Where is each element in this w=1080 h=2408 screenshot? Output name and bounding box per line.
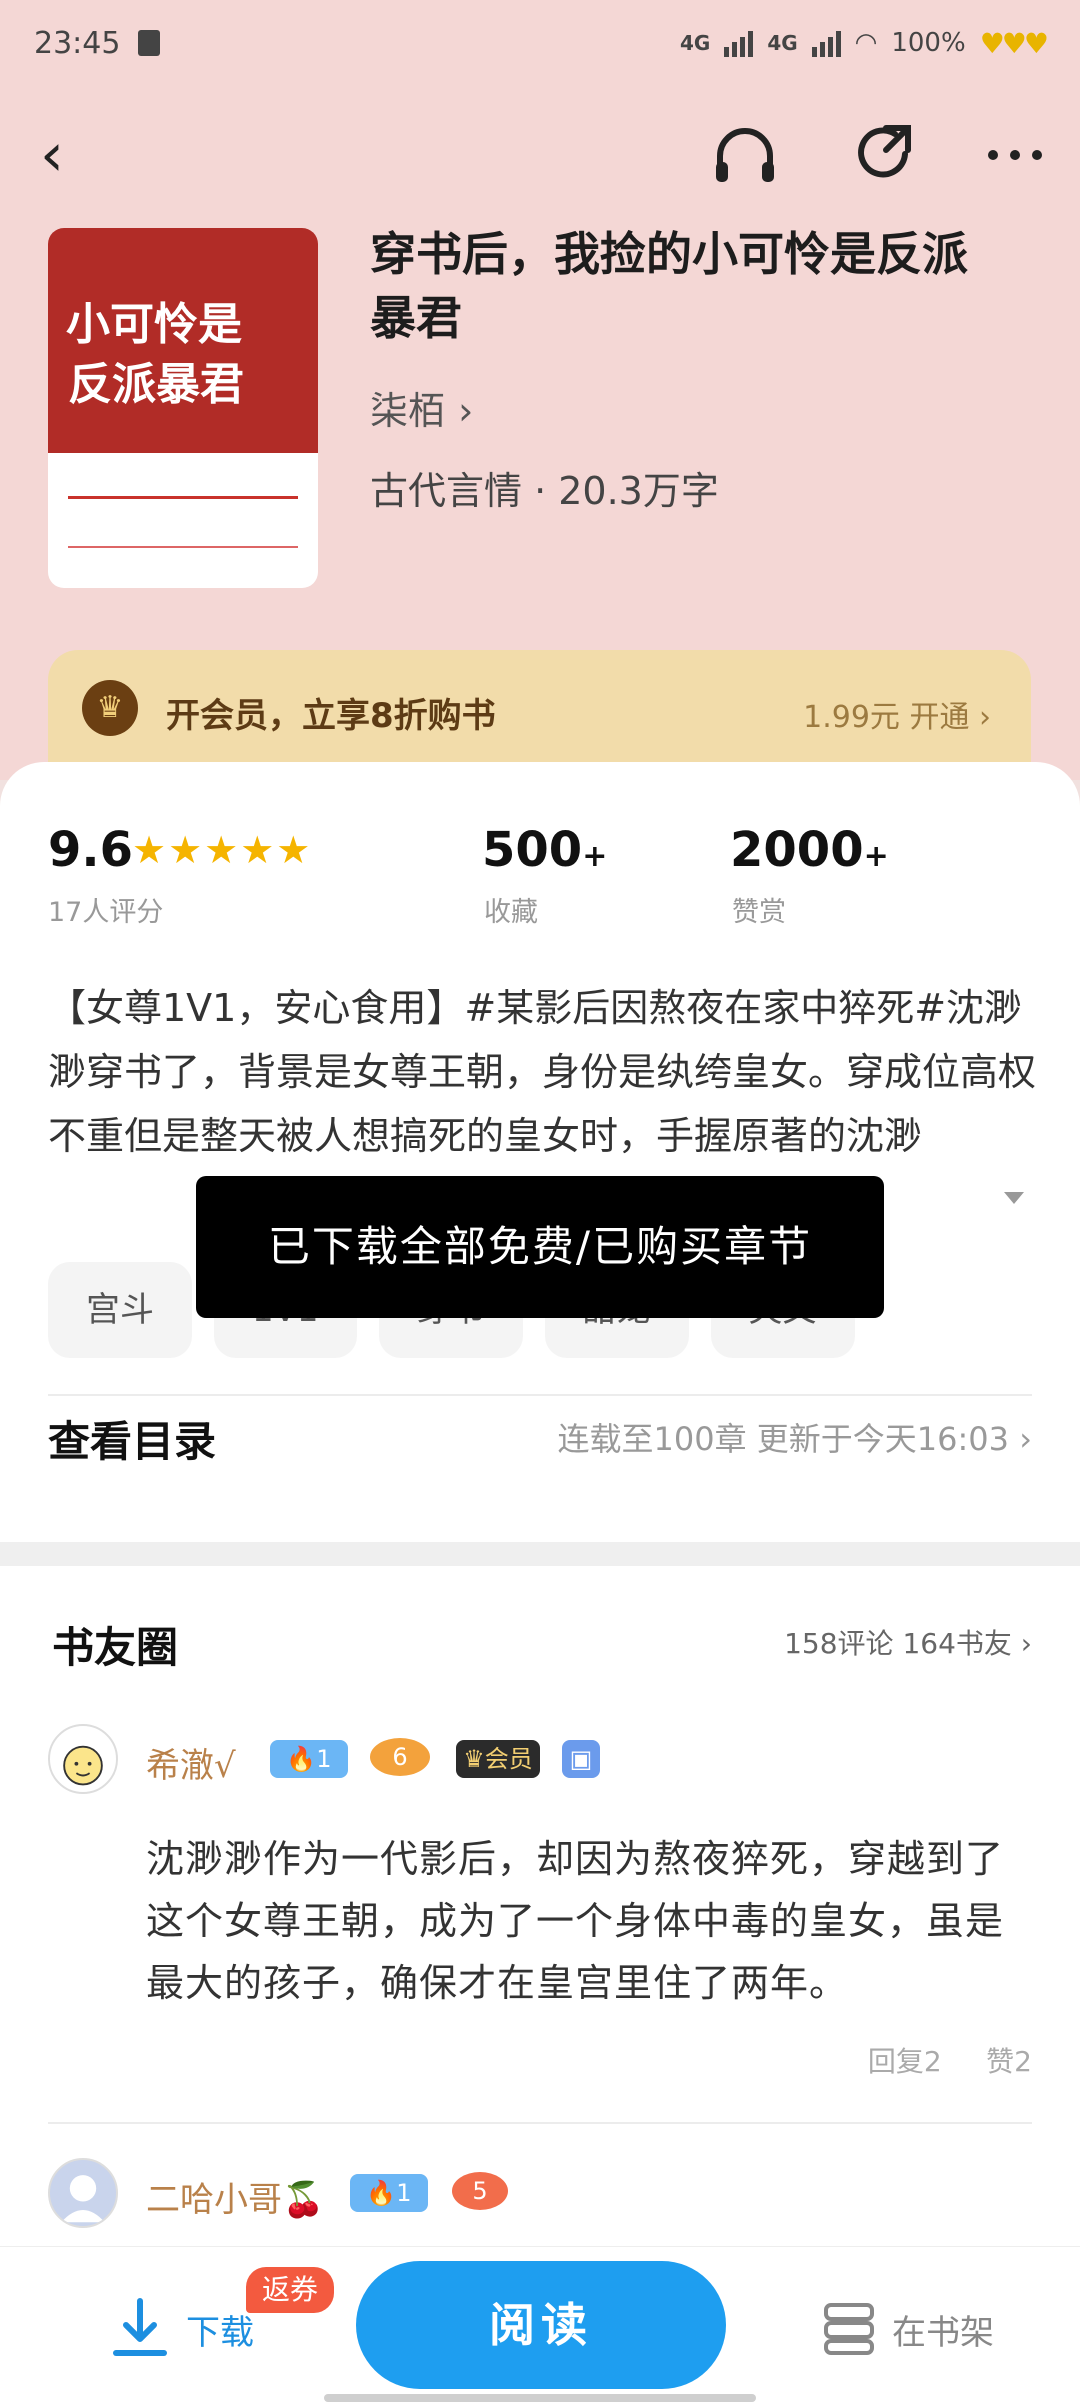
favorite-count: 500+ [482,822,607,878]
toc-info: 连载至100章 更新于今天16:03 › [558,1414,1032,1460]
bookshelf-icon[interactable] [820,2299,878,2357]
share-icon[interactable] [850,120,920,190]
reply-count[interactable]: 回复2 [868,2045,942,2078]
chevron-right-icon: › [458,389,474,433]
bottom-action-bar: 下载 返券 阅读 在书架 [0,2246,1080,2408]
read-button[interactable]: 阅读 [356,2261,726,2389]
wifi-icon: ◠ [854,28,878,58]
book-meta: 古代言情 · 20.3万字 [370,469,719,513]
book-title: 穿书后，我捡的小可怜是反派暴君 [370,227,968,345]
chevron-right-icon: › [1019,1420,1032,1458]
rating-count: 17人评分 [48,897,164,928]
battery-hearts-icon: ♥♥♥ [979,26,1049,60]
network-label-1: 4G [679,31,711,55]
top-toolbar: ‹ [40,120,1042,190]
level-badge-value: 1 [316,1745,332,1773]
avatar[interactable] [48,2158,118,2228]
cover-divider [68,546,298,548]
book-author[interactable]: 柒栢 › [370,380,473,435]
download-icon[interactable] [110,2297,170,2363]
favorite-label: 收藏 [484,897,538,928]
back-icon[interactable]: ‹ [40,120,100,190]
avatar-cartoon-icon [63,1745,103,1786]
reward-label: 赞赏 [732,897,786,928]
divider [48,2122,1032,2124]
book-description[interactable]: 【女尊1V1，安心食用】#某影后因熬夜在家中猝死#沈渺渺穿书了，背景是女尊王朝，… [48,976,1038,1168]
favorite-count-value: 500 [482,822,583,878]
cover-title-line-1: 小可怜是 [66,299,242,350]
toc-label: 查看目录 [48,1417,217,1466]
notification-icon [138,30,161,56]
comment-text[interactable]: 沈渺渺作为一代影后，却因为熬夜猝死，穿越到了这个女尊王朝，成为了一个身体中毒的皇… [146,1828,1036,2014]
book-cover[interactable]: 小可怜是 反派暴君 [48,228,318,588]
vip-badge-label: 会员 [484,1745,533,1773]
avatar[interactable] [48,1724,118,1794]
divider [48,1394,1032,1396]
more-icon[interactable] [980,120,1050,190]
fan-badge-icon: 6 [370,1738,430,1776]
author-name: 柒栢 [370,389,447,433]
vip-price-label: 1.99元 开通 [803,700,970,735]
bookshelf-label[interactable]: 在书架 [892,2305,994,2354]
vip-badge: ♛会员 [456,1740,540,1778]
toast-message: 已下载全部免费/已购买章节 [196,1176,884,1318]
level-badge: 🔥1 [350,2174,428,2212]
network-label-2: 4G [767,31,798,55]
vip-price[interactable]: 1.99元 开通 › [803,692,991,736]
community-summary-text: 158评论 164书友 [784,1627,1012,1660]
toc-info-text: 连载至100章 更新于今天16:03 [557,1420,1010,1458]
cover-title-line-2: 反派暴君 [68,359,244,410]
cover-divider [68,496,298,499]
community-summary[interactable]: 158评论 164书友 › [784,1622,1032,1662]
fan-badge-icon: 5 [452,2172,508,2210]
rating-stars-icon: ★★★★★ [132,828,313,872]
rating-score: 9.6 [48,822,134,878]
clock: 23:45 [34,25,121,61]
community-title: 书友圈 [52,1623,179,1672]
crown-icon: ♛ [82,680,138,736]
vip-text: 开会员，立享8折购书 [166,696,496,736]
table-of-contents-row[interactable]: 查看目录 连载至100章 更新于今天16:03 › [48,1400,1032,1480]
book-badge-icon: ▣ [562,1740,600,1778]
level-badge-value: 1 [396,2179,412,2207]
comment-username[interactable]: 希澈√ [146,1738,236,1787]
signal-icon-2 [811,29,841,57]
headphones-icon[interactable] [710,120,780,190]
reward-count: 2000+ [730,822,889,878]
expand-arrow-icon[interactable] [1004,1192,1024,1204]
signal-icon [724,29,754,57]
favorite-count-plus: + [582,839,608,874]
section-gap [0,1542,1080,1566]
comment-footer: 回复2 赞2 [868,2040,1032,2080]
reward-count-value: 2000 [730,822,864,878]
comment-username[interactable]: 二哈小哥🍒 [146,2172,324,2221]
like-count[interactable]: 赞2 [986,2045,1032,2078]
download-label[interactable]: 下载 [186,2305,254,2354]
tag-chip[interactable]: 宫斗 [48,1262,192,1358]
battery-label: 100% [891,28,966,58]
reward-count-plus: + [863,839,889,874]
home-indicator[interactable] [324,2394,756,2402]
level-badge: 🔥1 [270,1740,348,1778]
avatar-portrait-icon [61,2175,105,2223]
coupon-badge: 返券 [246,2267,334,2313]
status-bar: 23:45 4G 4G ◠ 100% ♥♥♥ [34,18,1049,68]
